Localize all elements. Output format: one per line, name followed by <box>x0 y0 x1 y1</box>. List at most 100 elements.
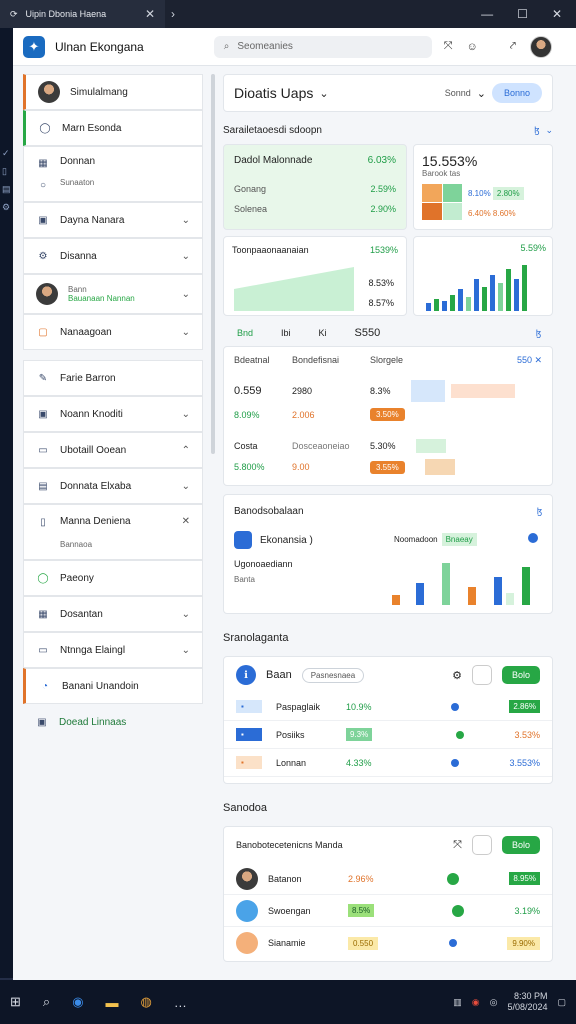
clock-date[interactable]: 5/08/2024 <box>507 1002 547 1013</box>
folder-icon[interactable]: ▬ <box>106 995 119 1010</box>
kpi-row-value: 8.10% <box>468 189 491 198</box>
search-input[interactable]: ⌕ Seomeanies <box>213 35 432 58</box>
profile-avatar <box>38 81 60 103</box>
filter-action[interactable]: ɮ <box>536 328 541 338</box>
volume-icon[interactable]: ◎ <box>490 997 498 1008</box>
brand-label: Ekonansia ) <box>260 534 313 546</box>
notifications-icon[interactable]: ▢ <box>557 997 566 1008</box>
sidebar-item-2[interactable]: ▦ Donnan ○ Sunaaton <box>23 146 203 202</box>
sidebar-item-11[interactable]: ▯ Manna Deniena ✕ Bannaoa <box>23 504 203 560</box>
filter-label[interactable]: Bnd <box>237 328 253 338</box>
kpi-row-value: 2.59% <box>370 184 396 194</box>
sidebar-item-3[interactable]: ▣ Dayna Nanara ⌄ <box>23 202 203 238</box>
chrome-icon[interactable]: ◍ <box>141 994 152 1010</box>
list-item[interactable]: ▪ Posiiks 9.3% 3.53% <box>224 721 552 749</box>
sidebar-item-label: Farie Barron <box>60 372 116 384</box>
list-item[interactable]: ▪ Lonnan 4.33% 3.553% <box>224 749 552 777</box>
sidebar-scrollbar[interactable] <box>211 74 215 454</box>
row-badge: 3.553% <box>509 757 540 768</box>
list-item[interactable]: Batanon 2.96% 8.95% <box>224 863 552 895</box>
kpi-value: 5.59% <box>520 243 546 253</box>
sort-label[interactable]: Sonnd <box>445 88 471 98</box>
maximize-icon[interactable]: ☐ <box>517 7 528 21</box>
clock-time[interactable]: 8:30 PM <box>507 991 548 1002</box>
start-icon[interactable]: ⊞ <box>10 994 21 1010</box>
row-label: Lonnan <box>276 757 307 768</box>
app-logo-icon: ✦ <box>23 35 45 58</box>
section-header: Sarailetaoesdi sdoopn ɮ ⌄ <box>223 120 553 140</box>
browser-icon[interactable]: ◉ <box>72 994 83 1010</box>
info-icon[interactable] <box>528 533 538 543</box>
sidebar-item-10[interactable]: ▤ Donnata Elxaba ⌄ <box>23 468 203 504</box>
checkbox[interactable] <box>471 665 492 685</box>
kpi-card-d[interactable]: 5.59% <box>413 236 553 316</box>
sidebar-item-6[interactable]: ▢ Nanaagoan ⌄ <box>23 314 203 350</box>
checkbox[interactable] <box>471 835 492 855</box>
browser-tab[interactable]: ⟳ Uipin Dbonia Haena ✕ <box>0 0 165 28</box>
action-button[interactable]: Bolo <box>501 666 540 684</box>
sidebar-item-8[interactable]: ▣ Noann Knoditi ⌄ <box>23 396 203 432</box>
sidebar-item-12[interactable]: ◯ Paeony <box>23 560 203 596</box>
close-icon[interactable]: ✕ <box>552 7 562 21</box>
sidebar-item-16[interactable]: ▣ Doead Linnaas <box>23 704 203 740</box>
expand-icon[interactable]: ⤧ <box>444 40 453 53</box>
primary-button[interactable]: Bonno <box>491 83 542 103</box>
sidebar-item-9[interactable]: ▭ Ubotaill Ooean ⌃ <box>23 432 203 468</box>
smile-icon[interactable]: ☺ <box>467 41 478 53</box>
network-icon[interactable]: ▥ <box>453 997 462 1008</box>
section-title: Sarailetaoesdi sdoopn <box>223 124 322 136</box>
list-card-1: ℹ Baan Pasnesnaea ⚙ Bolo ▪ Paspaglaik 10.9… <box>223 656 553 784</box>
more-icon[interactable]: … <box>174 995 187 1010</box>
search-icon[interactable]: ⌕ <box>43 994 50 1010</box>
filter-pill[interactable]: Pasnesnaea <box>301 667 365 683</box>
sidebar-item-4[interactable]: ⚙ Disanna ⌄ <box>23 238 203 274</box>
filter-label[interactable]: Ibi <box>281 328 291 338</box>
kpi-row-value: 8.53% <box>368 278 394 288</box>
kpi-row-label: Gonang <box>234 184 267 194</box>
kpi-card-b[interactable]: 15.553% Barook tas 8.10% 2.80% 6.40% 8.6… <box>413 144 553 230</box>
sidebar-item-label: Simulalmang <box>70 86 128 98</box>
share-icon[interactable]: ⤤ <box>510 40 516 53</box>
close-icon[interactable]: ✕ <box>182 516 190 530</box>
kpi-card-a[interactable]: Dadol Malonnade 6.03% Gonang 2.59% Solenea… <box>223 144 407 230</box>
filter-label[interactable]: Ki <box>319 328 327 338</box>
sidebar-item-13[interactable]: ▦ Dosantan ⌄ <box>23 596 203 632</box>
chevron-down-icon: ⌄ <box>181 250 190 262</box>
user-avatar[interactable] <box>529 35 552 58</box>
minimize-icon[interactable]: — <box>481 7 493 21</box>
expand-icon[interactable]: ⤧ <box>453 839 462 852</box>
page-title: Dioatis Uaps <box>234 85 314 101</box>
chevron-down-icon[interactable]: ⌄ <box>319 87 328 100</box>
kpi-card-c[interactable]: Toonpaaonaanaian 1539% 8.53% 8.57% <box>223 236 407 316</box>
sidebar: Simulalmang ◯ Marn Esonda ▦ Donnan ○ Sunaat… <box>23 74 203 980</box>
list-item[interactable]: Swoengan 8.5% 3.19% <box>224 895 552 927</box>
chevron-down-icon[interactable]: ⌄ <box>477 87 486 100</box>
section-action[interactable]: ɮ <box>537 506 542 516</box>
table-cell: Dosceaoneiao <box>292 441 350 451</box>
sidebar-item-0[interactable]: Simulalmang <box>23 74 203 110</box>
action-button[interactable]: Bolo <box>501 836 540 854</box>
table-cell: 5.800% <box>234 462 265 472</box>
analytics-card: Banodsobalaan ɮ Ekonansia ) Ugonoaediann … <box>223 494 553 614</box>
image-icon: ▣ <box>37 716 47 728</box>
chevron-down-icon: ⌄ <box>181 644 190 656</box>
sidebar-item-1[interactable]: ◯ Marn Esonda <box>23 110 203 146</box>
sidebar-item-7[interactable]: ✎ Farie Barron <box>23 360 203 396</box>
tab-close-icon[interactable]: ✕ <box>145 7 155 21</box>
sidebar-item-label: Manna Deniena <box>60 515 131 527</box>
sidebar-item-15[interactable]: ◔ Banani Unandoin <box>23 668 203 704</box>
alert-icon[interactable]: ◉ <box>472 997 480 1008</box>
settings-icon[interactable]: ⚙ <box>452 669 462 682</box>
sidebar-item-14[interactable]: ▭ Ntnnga Elaingl ⌄ <box>23 632 203 668</box>
list-item[interactable]: ▪ Paspaglaik 10.9% 2.86% <box>224 693 552 721</box>
section-action[interactable]: ɮ <box>534 125 539 135</box>
sidebar-item-label: Donnan <box>60 156 96 167</box>
new-tab-icon[interactable]: › <box>171 7 175 21</box>
list-item[interactable]: Sianamie 0.550 9.90% <box>224 927 552 959</box>
table-action[interactable]: 550 ✕ <box>517 355 542 366</box>
sidebar-item-5[interactable]: Bann Bauanaan Nannan ⌄ <box>23 274 203 314</box>
chevron-down-icon[interactable]: ⌄ <box>545 125 553 136</box>
kpi-title: Dadol Malonnade <box>234 155 313 166</box>
sidebar-item-label: Disanna <box>60 250 97 262</box>
calendar-icon: ▣ <box>38 214 48 226</box>
